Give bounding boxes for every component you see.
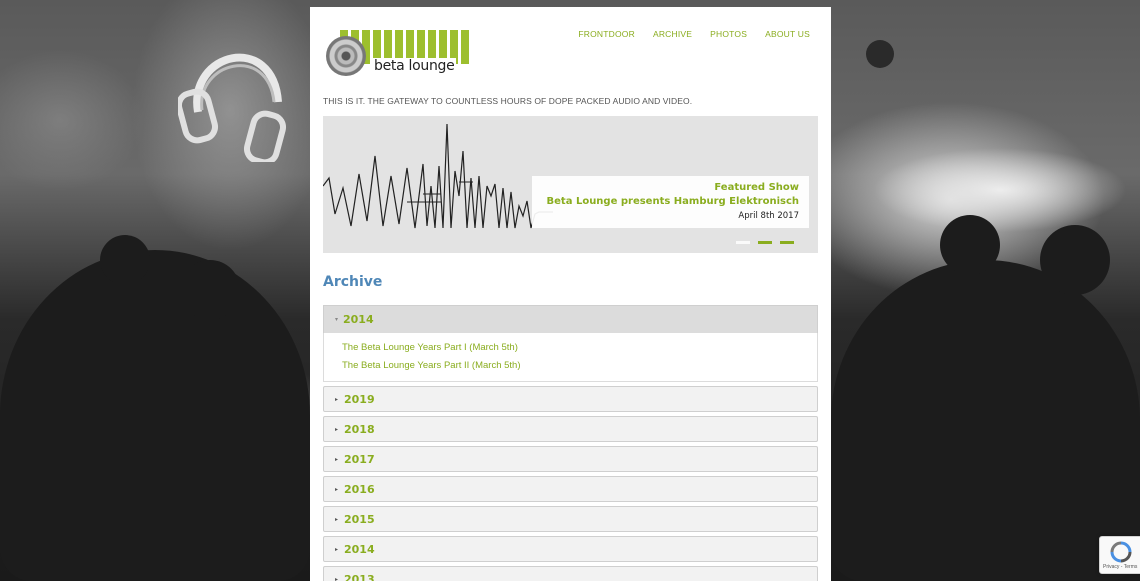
- accordion-item-2018[interactable]: ▸ 2018: [323, 416, 818, 442]
- accordion-year: 2013: [344, 572, 375, 581]
- main-nav: FRONTDOOR ARCHIVE PHOTOS ABOUT US: [578, 29, 810, 39]
- ceiling-light: [866, 40, 894, 68]
- slider-pagination: [736, 241, 794, 244]
- crowd-head: [100, 235, 150, 285]
- nav-about-us[interactable]: ABOUT US: [765, 29, 810, 39]
- featured-label: Featured Show: [714, 182, 799, 193]
- nav-archive[interactable]: ARCHIVE: [653, 29, 692, 39]
- caret-right-icon: ▸: [335, 515, 339, 523]
- caret-down-icon: ▾: [335, 316, 339, 323]
- accordion-panel: The Beta Lounge Years Part I (March 5th)…: [323, 333, 818, 382]
- recaptcha-icon: [1110, 541, 1132, 563]
- caret-right-icon: ▸: [335, 485, 339, 493]
- featured-slider[interactable]: Featured Show Beta Lounge presents Hambu…: [323, 116, 818, 253]
- tagline: THIS IS IT. THE GATEWAY TO COUNTLESS HOU…: [323, 96, 693, 106]
- accordion-item-2017[interactable]: ▸ 2017: [323, 446, 818, 472]
- accordion-year: 2018: [344, 422, 375, 436]
- featured-show-caption[interactable]: Featured Show Beta Lounge presents Hambu…: [532, 176, 809, 228]
- caret-right-icon: ▸: [335, 425, 339, 433]
- accordion-year: 2015: [344, 512, 375, 526]
- caret-right-icon: ▸: [335, 455, 339, 463]
- accordion-item-2019[interactable]: ▸ 2019: [323, 386, 818, 412]
- crowd-head: [180, 260, 240, 320]
- archive-accordion: ▾ 2014 The Beta Lounge Years Part I (Mar…: [323, 305, 818, 581]
- accordion-year: 2017: [344, 452, 375, 466]
- accordion-year: 2014: [344, 542, 375, 556]
- archive-heading: Archive: [323, 274, 383, 290]
- archive-link[interactable]: The Beta Lounge Years Part I (March 5th): [342, 339, 817, 357]
- archive-link[interactable]: The Beta Lounge Years Part II (March 5th…: [342, 357, 817, 375]
- crowd-head: [1040, 225, 1110, 295]
- headphones-icon: [178, 53, 287, 162]
- logo-text: beta lounge: [372, 58, 457, 74]
- main-content: beta lounge FRONTDOOR ARCHIVE PHOTOS ABO…: [310, 7, 831, 581]
- slider-dot-1[interactable]: [736, 241, 750, 244]
- slider-dot-2[interactable]: [758, 241, 772, 244]
- accordion-item-2016[interactable]: ▸ 2016: [323, 476, 818, 502]
- crowd-head: [940, 215, 1000, 275]
- accordion-header-open[interactable]: ▾ 2014: [323, 305, 818, 333]
- crowd-silhouette: [831, 260, 1140, 581]
- nav-photos[interactable]: PHOTOS: [710, 29, 747, 39]
- caret-right-icon: ▸: [335, 545, 339, 553]
- vinyl-disc-icon: [326, 36, 366, 76]
- slider-dot-3[interactable]: [780, 241, 794, 244]
- site-logo[interactable]: beta lounge: [322, 20, 469, 76]
- featured-date: April 8th 2017: [738, 211, 799, 221]
- accordion-year: 2016: [344, 482, 375, 496]
- site-header: beta lounge FRONTDOOR ARCHIVE PHOTOS ABO…: [310, 7, 831, 87]
- accordion-item-2014[interactable]: ▸ 2014: [323, 536, 818, 562]
- featured-title[interactable]: Beta Lounge presents Hamburg Elektronisc…: [532, 195, 799, 209]
- nav-frontdoor[interactable]: FRONTDOOR: [578, 29, 635, 39]
- hamburg-skyline-graphic: [323, 123, 553, 229]
- accordion-item-2015[interactable]: ▸ 2015: [323, 506, 818, 532]
- accordion-year: 2019: [344, 392, 375, 406]
- recaptcha-links[interactable]: Privacy - Terms: [1103, 564, 1137, 570]
- caret-right-icon: ▸: [335, 575, 339, 581]
- recaptcha-badge[interactable]: Privacy - Terms: [1099, 536, 1140, 574]
- accordion-year: 2014: [343, 313, 374, 326]
- accordion-item-2013[interactable]: ▸ 2013: [323, 566, 818, 581]
- crowd-silhouette: [0, 250, 310, 581]
- caret-right-icon: ▸: [335, 395, 339, 403]
